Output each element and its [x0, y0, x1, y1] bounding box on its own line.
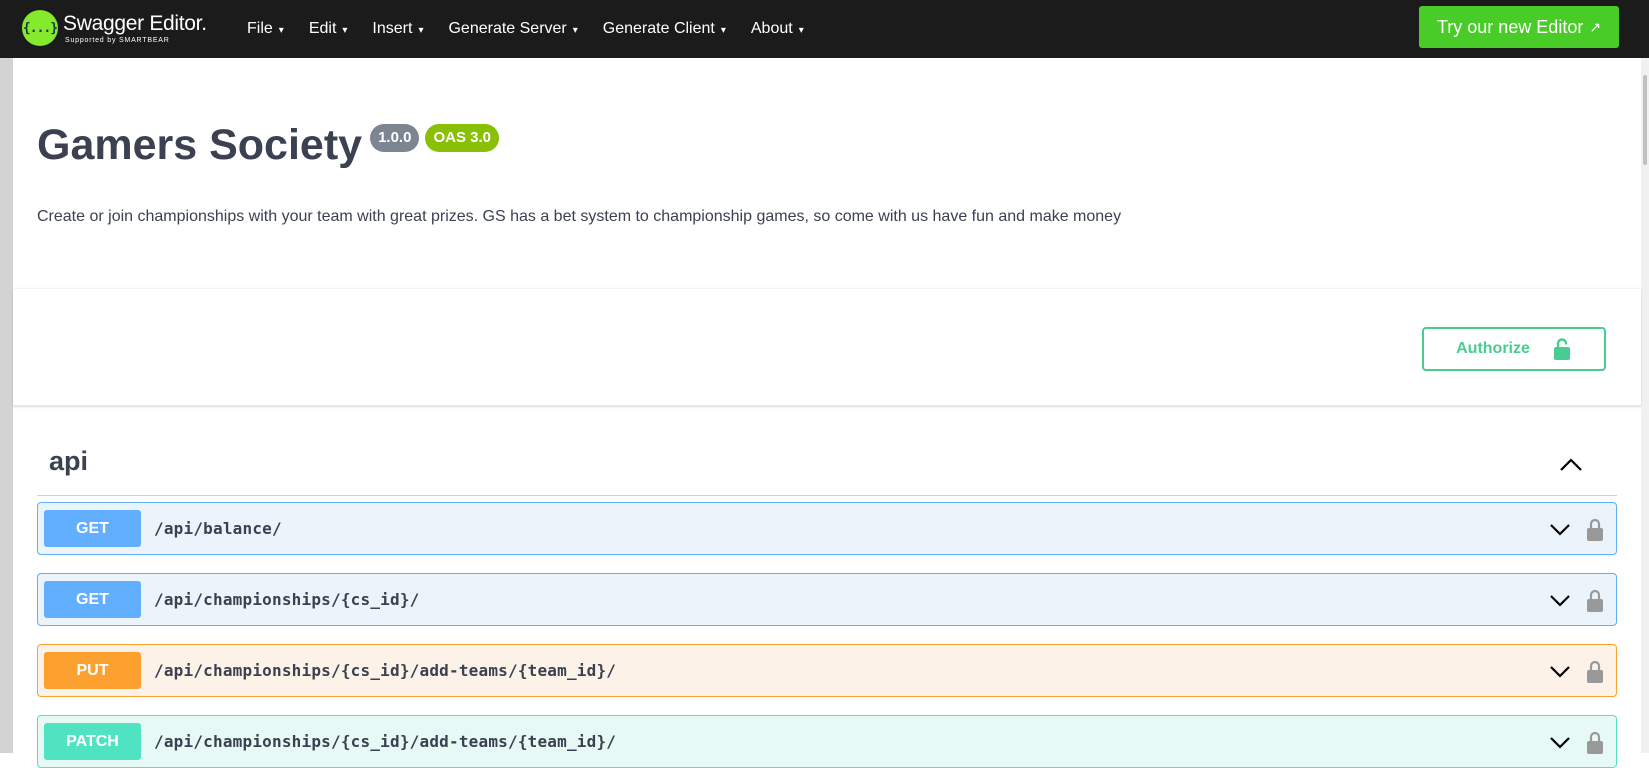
operation-icons [1548, 574, 1604, 625]
menu-generate-server-label: Generate Server [448, 20, 567, 37]
method-badge: GET [44, 581, 141, 618]
lock-open-icon [1552, 338, 1572, 360]
authorize-label: Authorize [1456, 340, 1530, 357]
editor-gutter[interactable] [0, 58, 13, 753]
api-title-row: Gamers Society 1.0.0 OAS 3.0 [37, 120, 499, 170]
top-bar: {...} Swagger Editor. Supported by SMART… [0, 0, 1649, 58]
method-badge: GET [44, 510, 141, 547]
logo-subtitle: Supported by SMARTBEAR [65, 36, 170, 44]
api-title: Gamers Society [37, 121, 363, 169]
scrollbar-thumb[interactable] [1643, 75, 1647, 165]
logo-title: Swagger Editor. [63, 11, 207, 35]
operation-path: /api/championships/{cs_id}/add-teams/{te… [154, 732, 617, 751]
menu-insert[interactable]: Insert ▾ [372, 20, 423, 38]
method-badge: PUT [44, 652, 141, 689]
scheme-container: Authorize [13, 288, 1641, 406]
swagger-editor-logo[interactable]: {...} Swagger Editor. Supported by SMART… [22, 6, 207, 50]
external-link-icon: ↗ [1589, 18, 1602, 35]
menu-file[interactable]: File ▾ [247, 20, 284, 38]
menu-edit-label: Edit [308, 20, 337, 37]
lock-icon[interactable] [1586, 730, 1604, 754]
lock-icon[interactable] [1586, 659, 1604, 683]
caret-down-icon: ▾ [342, 25, 348, 36]
operation-row[interactable]: PUT /api/championships/{cs_id}/add-teams… [37, 644, 1617, 697]
caret-down-icon: ▾ [418, 25, 424, 36]
chevron-down-icon[interactable] [1548, 521, 1572, 537]
lock-icon[interactable] [1586, 588, 1604, 612]
caret-down-icon: ▾ [572, 25, 578, 36]
caret-down-icon: ▾ [720, 25, 726, 36]
logo-text: Swagger Editor. Supported by SMARTBEAR [63, 12, 207, 45]
chevron-up-icon[interactable] [1557, 454, 1585, 474]
chevron-down-icon[interactable] [1548, 663, 1572, 679]
tag-name: api [49, 446, 89, 476]
swagger-logo-icon: {...} [22, 10, 58, 46]
main-menu: File ▾ Edit ▾ Insert ▾ Generate Server ▾ Gen… [247, 0, 829, 58]
menu-edit[interactable]: Edit ▾ [309, 20, 348, 38]
caret-down-icon: ▾ [798, 25, 804, 36]
operation-path: /api/championships/{cs_id}/ [154, 590, 420, 609]
version-badge: 1.0.0 [370, 124, 420, 152]
menu-file-label: File [247, 20, 273, 37]
menu-generate-client-label: Generate Client [602, 20, 715, 37]
menu-generate-server[interactable]: Generate Server ▾ [448, 20, 577, 38]
operation-path: /api/balance/ [154, 519, 282, 538]
try-new-editor-label: Try our new Editor [1436, 16, 1584, 37]
menu-generate-client[interactable]: Generate Client ▾ [603, 20, 726, 38]
operation-row[interactable]: GET /api/championships/{cs_id}/ [37, 573, 1617, 626]
api-description: Create or join championships with your t… [37, 208, 1122, 225]
menu-about-label: About [750, 20, 793, 37]
chevron-down-icon[interactable] [1548, 734, 1572, 750]
lock-icon[interactable] [1586, 517, 1604, 541]
method-badge: PATCH [44, 723, 141, 760]
caret-down-icon: ▾ [278, 25, 284, 36]
chevron-down-icon[interactable] [1548, 592, 1572, 608]
operation-path: /api/championships/{cs_id}/add-teams/{te… [154, 661, 617, 680]
operation-icons [1548, 503, 1604, 554]
operation-icons [1548, 645, 1604, 696]
menu-about[interactable]: About ▾ [751, 20, 804, 38]
authorize-button[interactable]: Authorize [1422, 327, 1606, 371]
operation-row[interactable]: PATCH /api/championships/{cs_id}/add-tea… [37, 715, 1617, 768]
operation-icons [1548, 716, 1604, 767]
tag-section-api[interactable]: api [37, 436, 1617, 496]
info-section [13, 58, 1641, 288]
oas-badge: OAS 3.0 [425, 124, 499, 152]
operation-row[interactable]: GET /api/balance/ [37, 502, 1617, 555]
try-new-editor-button[interactable]: Try our new Editor ↗ [1419, 6, 1619, 48]
menu-insert-label: Insert [372, 20, 413, 37]
